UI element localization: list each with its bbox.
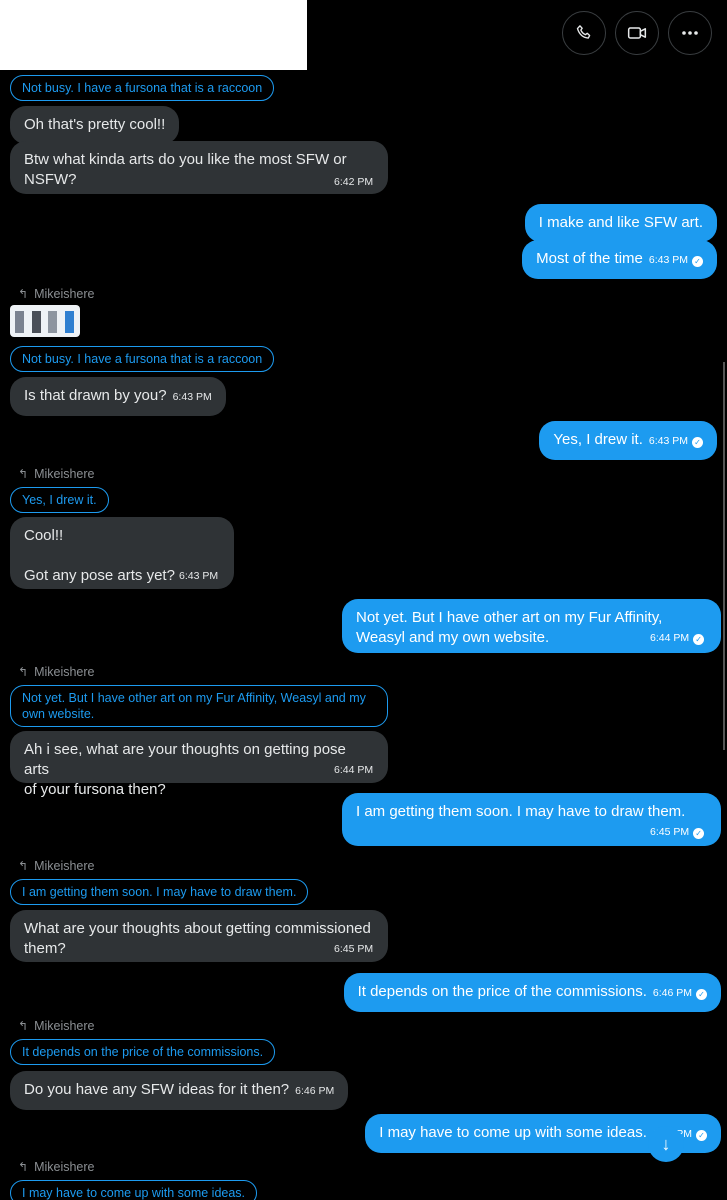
message-text: Ah i see, what are your thoughts on gett… bbox=[24, 741, 346, 798]
reply-user: Mikeishere bbox=[34, 859, 95, 873]
timestamp: 6:45 PM bbox=[334, 943, 374, 955]
timestamp: 6:46 PM bbox=[295, 1085, 335, 1097]
timestamp: 6:42 PM bbox=[334, 176, 374, 188]
timestamp: 6:43 PM bbox=[172, 391, 212, 403]
reply-user: Mikeishere bbox=[34, 665, 95, 679]
quoted-message[interactable]: I am getting them soon. I may have to dr… bbox=[10, 879, 309, 905]
message-text: Cool!! Got any pose arts yet? bbox=[24, 527, 175, 584]
timestamp: 6:43 PM bbox=[648, 435, 688, 447]
figure-icon bbox=[15, 311, 24, 333]
timestamp: 6:43 PM bbox=[179, 570, 219, 582]
reply-indicator: ↰ Mikeishere bbox=[18, 1019, 95, 1033]
message-text: Most of the time bbox=[536, 250, 643, 267]
quoted-message[interactable]: Not yet. But I have other art on my Fur … bbox=[10, 685, 388, 727]
reply-arrow-icon: ↰ bbox=[18, 467, 29, 481]
message-text: Yes, I drew it. bbox=[553, 431, 643, 448]
timestamp: 6:44 PM bbox=[650, 632, 690, 644]
more-icon bbox=[682, 31, 698, 35]
arrow-down-icon: ↓ bbox=[661, 1133, 671, 1154]
incoming-message[interactable]: Btw what kinda arts do you like the most… bbox=[10, 141, 388, 194]
read-check-icon: ✓ bbox=[693, 828, 705, 839]
reply-user: Mikeishere bbox=[34, 467, 95, 481]
quoted-message[interactable]: It depends on the price of the commissio… bbox=[10, 1039, 276, 1065]
incoming-message[interactable]: Oh that's pretty cool!! bbox=[10, 106, 180, 144]
incoming-message[interactable]: Ah i see, what are your thoughts on gett… bbox=[10, 731, 388, 798]
scrollbar[interactable] bbox=[723, 362, 725, 750]
outgoing-message[interactable]: Yes, I drew it. 6:43 PM ✓ bbox=[539, 421, 717, 460]
timestamp: 6:44 PM bbox=[334, 764, 374, 776]
reply-arrow-icon: ↰ bbox=[18, 287, 29, 301]
message-text: Is that drawn by you? bbox=[24, 387, 167, 404]
read-check-icon: ✓ bbox=[692, 256, 703, 267]
image-attachment[interactable] bbox=[10, 305, 80, 337]
figure-icon bbox=[65, 311, 74, 333]
scroll-to-bottom-button[interactable]: ↓ bbox=[648, 1126, 684, 1162]
quoted-message[interactable]: Not busy. I have a fursona that is a rac… bbox=[10, 75, 275, 101]
quoted-message[interactable]: Not busy. I have a fursona that is a rac… bbox=[10, 346, 275, 372]
outgoing-message[interactable]: It depends on the price of the commissio… bbox=[343, 973, 721, 1012]
outgoing-message[interactable]: I make and like SFW art. bbox=[524, 204, 717, 242]
outgoing-message[interactable]: Most of the time 6:43 PM ✓ bbox=[522, 240, 717, 279]
message-text: I make and like SFW art. bbox=[538, 214, 703, 231]
incoming-message[interactable]: What are your thoughts about getting com… bbox=[10, 910, 388, 962]
message-text: Btw what kinda arts do you like the most… bbox=[24, 151, 347, 188]
more-options-button[interactable] bbox=[668, 11, 712, 55]
timestamp: 6:46 PM bbox=[652, 987, 692, 999]
call-button[interactable] bbox=[562, 11, 606, 55]
message-text: I am getting them soon. I may have to dr… bbox=[356, 803, 686, 820]
timestamp: 6:45 PM bbox=[650, 826, 690, 838]
read-check-icon: ✓ bbox=[692, 437, 703, 448]
reply-user: Mikeishere bbox=[34, 1160, 95, 1174]
incoming-message[interactable]: Do you have any SFW ideas for it then? 6:… bbox=[10, 1071, 349, 1110]
reply-indicator: ↰ Mikeishere bbox=[18, 665, 95, 679]
reply-indicator: ↰ Mikeishere bbox=[18, 1160, 95, 1174]
read-check-icon: ✓ bbox=[696, 989, 707, 1000]
quoted-message[interactable]: I may have to come up with some ideas. bbox=[10, 1180, 258, 1200]
timestamp-row: 6:45 PM ✓ bbox=[650, 826, 705, 839]
phone-icon bbox=[576, 25, 591, 39]
figure-icon bbox=[48, 311, 57, 333]
message-text: I may have to come up with some ideas. bbox=[379, 1124, 647, 1141]
reply-indicator: ↰ Mikeishere bbox=[18, 287, 95, 301]
incoming-message[interactable]: Is that drawn by you? 6:43 PM bbox=[10, 377, 226, 416]
reply-arrow-icon: ↰ bbox=[18, 665, 29, 679]
video-icon bbox=[627, 27, 647, 39]
quoted-message[interactable]: Yes, I drew it. bbox=[10, 487, 109, 513]
timestamp-row: 6:44 PM ✓ bbox=[650, 632, 705, 645]
read-check-icon: ✓ bbox=[696, 1130, 707, 1141]
message-text: Oh that's pretty cool!! bbox=[24, 116, 166, 133]
reply-indicator: ↰ Mikeishere bbox=[18, 467, 95, 481]
read-check-icon: ✓ bbox=[693, 634, 705, 645]
reply-arrow-icon: ↰ bbox=[18, 1019, 29, 1033]
message-text: Do you have any SFW ideas for it then? bbox=[24, 1081, 290, 1098]
figure-icon bbox=[32, 311, 41, 333]
timestamp: 6:43 PM bbox=[648, 254, 688, 266]
message-text: It depends on the price of the commissio… bbox=[357, 983, 647, 1000]
reply-indicator: ↰ Mikeishere bbox=[18, 859, 95, 873]
redacted-area bbox=[0, 0, 307, 70]
message-text: Not yet. But I have other art on my Fur … bbox=[356, 609, 663, 646]
video-call-button[interactable] bbox=[615, 11, 659, 55]
reply-user: Mikeishere bbox=[34, 1019, 95, 1033]
reply-user: Mikeishere bbox=[34, 287, 95, 301]
reply-arrow-icon: ↰ bbox=[18, 859, 29, 873]
message-text: What are your thoughts about getting com… bbox=[24, 920, 371, 957]
reply-arrow-icon: ↰ bbox=[18, 1160, 29, 1174]
